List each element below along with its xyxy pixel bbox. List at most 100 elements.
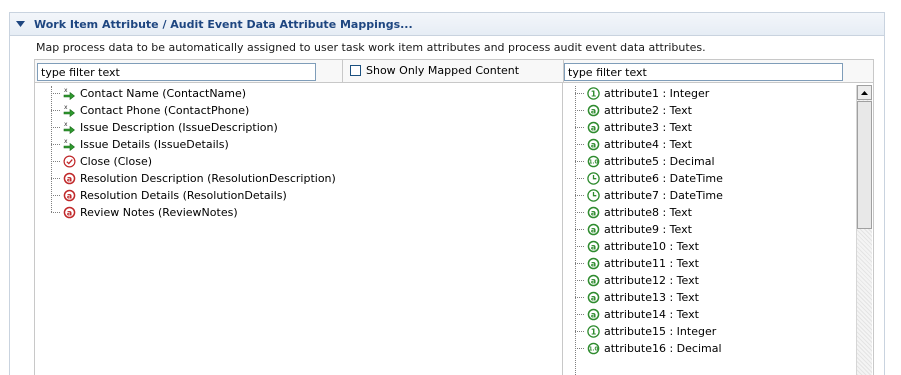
tree-branch-line xyxy=(575,263,584,264)
process-data-label: Resolution Description (ResolutionDescri… xyxy=(80,172,336,185)
attribute-label: attribute3 : Text xyxy=(604,121,692,134)
tree-branch-line xyxy=(575,93,584,94)
mapped-field-icon: x xyxy=(63,121,76,134)
attribute-label: attribute16 : Decimal xyxy=(604,342,722,355)
process-data-label: Review Notes (ReviewNotes) xyxy=(80,206,238,219)
attribute-tree: 1 attribute1 : Integer a attribute2 : Text a… xyxy=(563,83,874,375)
attribute-label: attribute2 : Text xyxy=(604,104,692,117)
text-attr-icon: a xyxy=(587,240,600,253)
svg-text:a: a xyxy=(591,276,596,285)
attribute-item[interactable]: a attribute10 : Text xyxy=(575,238,699,255)
process-data-filter-input[interactable] xyxy=(37,63,316,81)
collapse-triangle-icon[interactable] xyxy=(16,20,26,28)
column-divider xyxy=(342,60,343,82)
svg-text:a: a xyxy=(591,225,596,234)
attribute-item[interactable]: attribute7 : DateTime xyxy=(575,187,723,204)
section-header[interactable]: Work Item Attribute / Audit Event Data A… xyxy=(10,13,884,36)
mapped-field-icon: x xyxy=(63,87,76,100)
attribute-item[interactable]: a attribute9 : Text xyxy=(575,221,692,238)
attribute-item[interactable]: 1 attribute15 : Integer xyxy=(575,323,716,340)
attribute-item[interactable]: 1.0 attribute5 : Decimal xyxy=(575,153,715,170)
text-attr-icon: a xyxy=(587,104,600,117)
attribute-label: attribute14 : Text xyxy=(604,308,699,321)
text-attr-icon: a xyxy=(587,121,600,134)
attribute-item[interactable]: 1 attribute1 : Integer xyxy=(575,85,709,102)
tree-branch-line xyxy=(575,280,584,281)
attribute-filter-input[interactable] xyxy=(564,63,843,81)
attribute-label: attribute8 : Text xyxy=(604,206,692,219)
attribute-item[interactable]: a attribute11 : Text xyxy=(575,255,699,272)
text-field-icon: a xyxy=(63,172,76,185)
svg-text:x: x xyxy=(64,87,68,94)
text-attr-icon: a xyxy=(587,274,600,287)
attribute-item[interactable]: a attribute8 : Text xyxy=(575,204,692,221)
text-attr-icon: a xyxy=(587,223,600,236)
attribute-item[interactable]: attribute6 : DateTime xyxy=(575,170,723,187)
process-data-label: Resolution Details (ResolutionDetails) xyxy=(80,189,287,202)
tree-branch-line xyxy=(575,195,584,196)
attribute-item[interactable]: a attribute13 : Text xyxy=(575,289,699,306)
tree-branch-line xyxy=(575,212,584,213)
process-data-item[interactable]: Close (Close) xyxy=(51,153,152,170)
svg-text:a: a xyxy=(591,242,596,251)
text-field-icon: a xyxy=(63,189,76,202)
text-attr-icon: a xyxy=(587,206,600,219)
integer-attr-icon: 1 xyxy=(587,87,600,100)
datetime-attr-icon xyxy=(587,189,600,202)
svg-text:x: x xyxy=(64,121,68,128)
svg-text:x: x xyxy=(64,138,68,145)
attribute-item[interactable]: a attribute12 : Text xyxy=(575,272,699,289)
attribute-label: attribute9 : Text xyxy=(604,223,692,236)
tree-branch-line xyxy=(575,127,584,128)
tree-branch-line xyxy=(575,110,584,111)
vertical-scrollbar[interactable] xyxy=(856,85,872,375)
scroll-thumb[interactable] xyxy=(857,101,872,229)
attribute-label: attribute15 : Integer xyxy=(604,325,717,338)
show-only-mapped-checkbox[interactable] xyxy=(350,65,361,76)
tree-branch-line xyxy=(575,178,584,179)
process-data-item[interactable]: a Resolution Description (ResolutionDescr… xyxy=(51,170,336,187)
svg-text:a: a xyxy=(591,106,596,115)
attribute-item[interactable]: a attribute2 : Text xyxy=(575,102,692,119)
svg-text:a: a xyxy=(591,140,596,149)
attribute-item[interactable]: a attribute3 : Text xyxy=(575,119,692,136)
svg-text:x: x xyxy=(64,104,68,111)
process-data-label: Issue Description (IssueDescription) xyxy=(80,121,278,134)
text-field-icon: a xyxy=(63,206,76,219)
svg-text:a: a xyxy=(591,123,596,132)
attribute-label: attribute6 : DateTime xyxy=(604,172,723,185)
scroll-up-button[interactable] xyxy=(857,85,872,100)
tree-branch-line xyxy=(51,93,60,94)
attribute-label: attribute1 : Integer xyxy=(604,87,710,100)
process-data-item[interactable]: a Review Notes (ReviewNotes) xyxy=(51,204,238,221)
process-data-item[interactable]: x Contact Phone (ContactPhone) xyxy=(51,102,249,119)
svg-text:a: a xyxy=(67,174,72,183)
attribute-item[interactable]: a attribute4 : Text xyxy=(575,136,692,153)
process-data-item[interactable]: x Contact Name (ContactName) xyxy=(51,85,246,102)
tree-branch-line xyxy=(575,348,584,349)
process-data-label: Contact Phone (ContactPhone) xyxy=(80,104,250,117)
attribute-item[interactable]: 1.0 attribute16 : Decimal xyxy=(575,340,722,357)
attribute-label: attribute5 : Decimal xyxy=(604,155,715,168)
process-data-item[interactable]: x Issue Details (IssueDetails) xyxy=(51,136,229,153)
svg-text:1.0: 1.0 xyxy=(589,160,599,166)
attribute-label: attribute11 : Text xyxy=(604,257,699,270)
tree-branch-line xyxy=(51,127,60,128)
svg-text:a: a xyxy=(591,310,596,319)
process-data-label: Issue Details (IssueDetails) xyxy=(80,138,229,151)
text-attr-icon: a xyxy=(587,308,600,321)
svg-text:a: a xyxy=(591,208,596,217)
show-only-mapped-label: Show Only Mapped Content xyxy=(366,64,520,77)
svg-text:a: a xyxy=(67,191,72,200)
attribute-label: attribute7 : DateTime xyxy=(604,189,723,202)
boolean-field-icon xyxy=(63,155,76,168)
process-data-tree: x Contact Name (ContactName) x Contact Phon… xyxy=(34,83,563,375)
section-description: Map process data to be automatically ass… xyxy=(36,41,706,54)
process-data-item[interactable]: a Resolution Details (ResolutionDetails) xyxy=(51,187,287,204)
process-data-item[interactable]: x Issue Description (IssueDescription) xyxy=(51,119,278,136)
attribute-item[interactable]: a attribute14 : Text xyxy=(575,306,699,323)
text-attr-icon: a xyxy=(587,291,600,304)
tree-branch-line xyxy=(51,212,60,213)
show-only-mapped-toggle[interactable]: Show Only Mapped Content xyxy=(350,64,519,77)
tree-branch-line xyxy=(51,144,60,145)
